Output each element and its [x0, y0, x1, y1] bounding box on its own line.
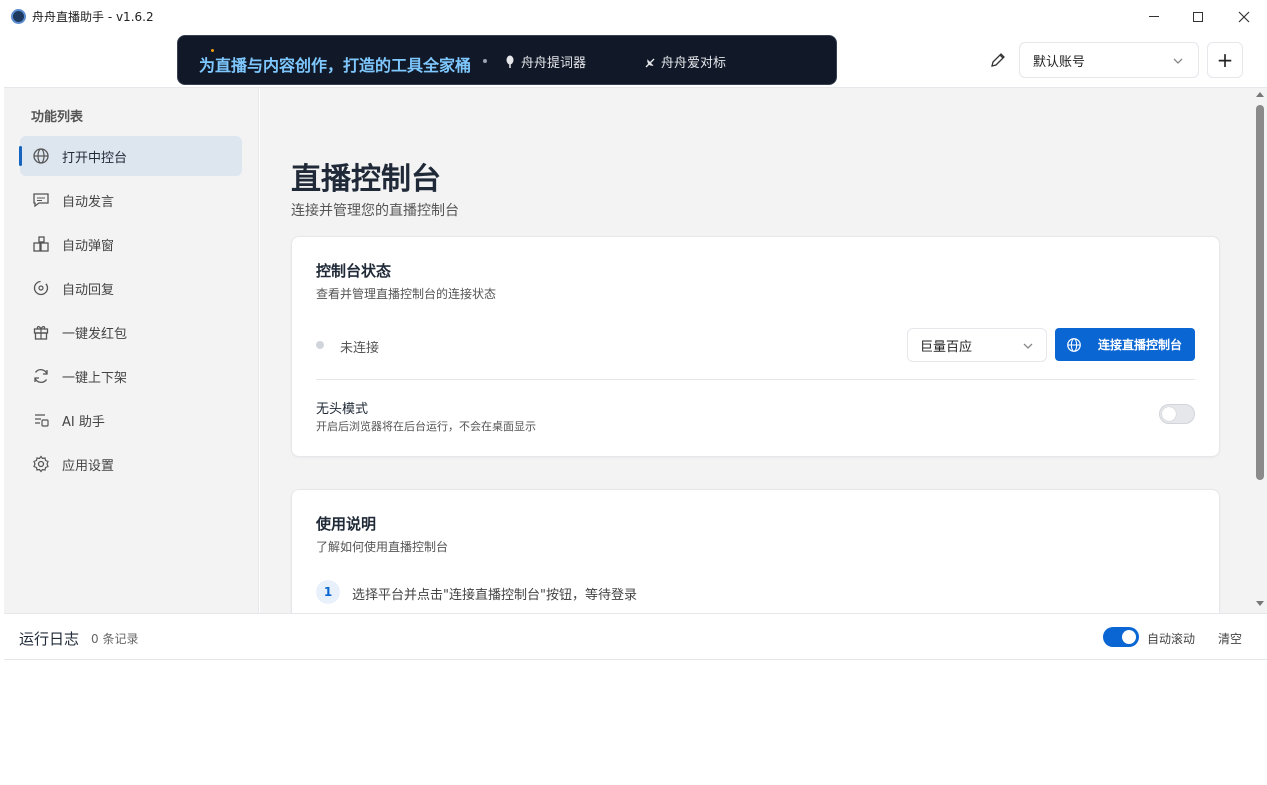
- promo-banner[interactable]: 为直播与内容创作，打造的工具全家桶 舟舟提词器 舟舟爱对标: [177, 35, 837, 85]
- sidebar-item-auto-popup[interactable]: 自动弹窗: [20, 224, 242, 264]
- sidebar-item-label: AI 助手: [62, 414, 105, 430]
- main-content: 直播控制台 连接并管理您的直播控制台 控制台状态 查看并管理直播控制台的连接状态…: [260, 88, 1253, 613]
- autoscroll-toggle[interactable]: [1103, 627, 1139, 647]
- banner-item-label: 舟舟提词器: [521, 56, 587, 71]
- sidebar-item-auto-reply[interactable]: 自动回复: [20, 268, 242, 308]
- banner-link-teleprompter[interactable]: 舟舟提词器: [504, 52, 586, 71]
- headless-mode-toggle[interactable]: [1159, 404, 1195, 424]
- clear-log-button[interactable]: 清空: [1218, 630, 1242, 647]
- sidebar-title: 功能列表: [31, 110, 84, 125]
- account-select-value: 默认账号: [1033, 54, 1086, 70]
- step-number: 1: [316, 580, 340, 604]
- status-indicator: [316, 341, 324, 349]
- page-subtitle: 连接并管理您的直播控制台: [291, 203, 459, 219]
- ai-icon: [32, 411, 50, 429]
- globe-icon: [1067, 337, 1081, 352]
- sidebar-item-label: 一键上下架: [62, 370, 128, 386]
- log-title: 运行日志: [19, 630, 80, 648]
- console-status-card: 控制台状态 查看并管理直播控制台的连接状态 未连接 巨量百应 连接直播控制台 无…: [291, 236, 1220, 457]
- sidebar-item-label: 自动回复: [62, 282, 115, 298]
- gear-icon: [32, 455, 50, 473]
- sidebar-item-open-console[interactable]: 打开中控台: [19, 136, 242, 176]
- gift-icon: [32, 323, 50, 341]
- banner-separator: [483, 59, 487, 63]
- headless-mode-title: 无头模式: [316, 402, 369, 417]
- popup-icon: [32, 235, 50, 253]
- minimize-icon: [1149, 16, 1159, 17]
- card-title: 使用说明: [316, 515, 377, 533]
- microphone-icon: [506, 55, 514, 68]
- step-text: 选择平台并点击"连接直播控制台"按钮，等待登录: [352, 588, 637, 603]
- scroll-up-icon[interactable]: [1256, 92, 1264, 97]
- maximize-icon: [1193, 11, 1203, 22]
- toggle-knob: [1162, 407, 1176, 421]
- page-title: 直播控制台: [291, 162, 441, 197]
- usage-guide-card: 使用说明 了解如何使用直播控制台 1 选择平台并点击"连接直播控制台"按钮，等待…: [291, 489, 1220, 613]
- log-count: 0 条记录: [91, 632, 139, 646]
- sidebar-item-label: 一键发红包: [62, 326, 128, 342]
- divider: [316, 379, 1195, 380]
- sidebar-item-settings[interactable]: 应用设置: [20, 444, 242, 484]
- sidebar-item-shelf[interactable]: 一键上下架: [20, 356, 242, 396]
- sidebar-item-label: 应用设置: [62, 458, 115, 474]
- header: 为直播与内容创作，打造的工具全家桶 舟舟提词器 舟舟爱对标 默认账号 +: [0, 33, 1267, 88]
- platform-select-value: 巨量百应: [920, 339, 973, 355]
- connect-button-label: 连接直播控制台: [1098, 338, 1183, 352]
- card-title: 控制台状态: [316, 262, 392, 280]
- chevron-down-icon: [1023, 343, 1033, 349]
- app-window: 舟舟直播助手 - v1.6.2 为直播与内容创作，打造的工具全家桶 舟舟提词器 …: [0, 0, 1267, 785]
- banner-item-label: 舟舟爱对标: [661, 56, 727, 71]
- account-select[interactable]: 默认账号: [1019, 42, 1199, 78]
- maximize-button[interactable]: [1175, 0, 1221, 33]
- connection-status: 未连接: [340, 341, 380, 356]
- card-description: 查看并管理直播控制台的连接状态: [316, 287, 497, 301]
- scroll-down-icon[interactable]: [1256, 601, 1264, 606]
- reply-icon: [32, 279, 50, 297]
- sidebar-item-auto-message[interactable]: 自动发言: [20, 180, 242, 220]
- banner-link-benchmark[interactable]: 舟舟爱对标: [644, 52, 726, 71]
- title-bar: 舟舟直播助手 - v1.6.2: [0, 0, 1267, 33]
- refresh-icon: [32, 367, 50, 385]
- sidebar-item-red-packet[interactable]: 一键发红包: [20, 312, 242, 352]
- toggle-knob: [1122, 630, 1136, 644]
- close-icon: [1238, 11, 1250, 22]
- sidebar-item-ai-assistant[interactable]: AI 助手: [20, 400, 242, 440]
- satellite-icon: [645, 58, 655, 67]
- vertical-scrollbar[interactable]: [1253, 88, 1267, 613]
- app-title: 舟舟直播助手 - v1.6.2: [32, 10, 154, 24]
- platform-select[interactable]: 巨量百应: [907, 328, 1047, 362]
- sidebar-item-label: 打开中控台: [62, 150, 128, 166]
- scrollbar-thumb[interactable]: [1256, 105, 1264, 480]
- card-description: 了解如何使用直播控制台: [316, 540, 449, 554]
- message-icon: [32, 191, 50, 209]
- close-button[interactable]: [1221, 0, 1267, 33]
- sidebar-item-label: 自动弹窗: [62, 238, 115, 254]
- log-header: 运行日志 0 条记录 自动滚动 清空: [4, 614, 1267, 660]
- banner-slogan: 为直播与内容创作，打造的工具全家桶: [199, 56, 472, 75]
- chevron-down-icon: [1173, 58, 1183, 64]
- app-logo-icon: [11, 9, 26, 24]
- connect-console-button[interactable]: 连接直播控制台: [1055, 328, 1195, 361]
- pencil-icon: [991, 53, 1005, 67]
- globe-icon: [32, 147, 50, 165]
- sidebar-item-label: 自动发言: [62, 194, 115, 210]
- sidebar: 功能列表 打开中控台 自动发言 自动弹窗 自动回复 一键发红包 一键上下架 AI…: [4, 88, 259, 613]
- headless-mode-description: 开启后浏览器将在后台运行，不会在桌面显示: [316, 420, 536, 433]
- minimize-button[interactable]: [1131, 0, 1177, 33]
- edit-account-button[interactable]: [988, 50, 1008, 70]
- log-panel: 运行日志 0 条记录 自动滚动 清空: [4, 613, 1267, 785]
- add-account-button[interactable]: +: [1207, 42, 1243, 78]
- autoscroll-label: 自动滚动: [1147, 632, 1196, 646]
